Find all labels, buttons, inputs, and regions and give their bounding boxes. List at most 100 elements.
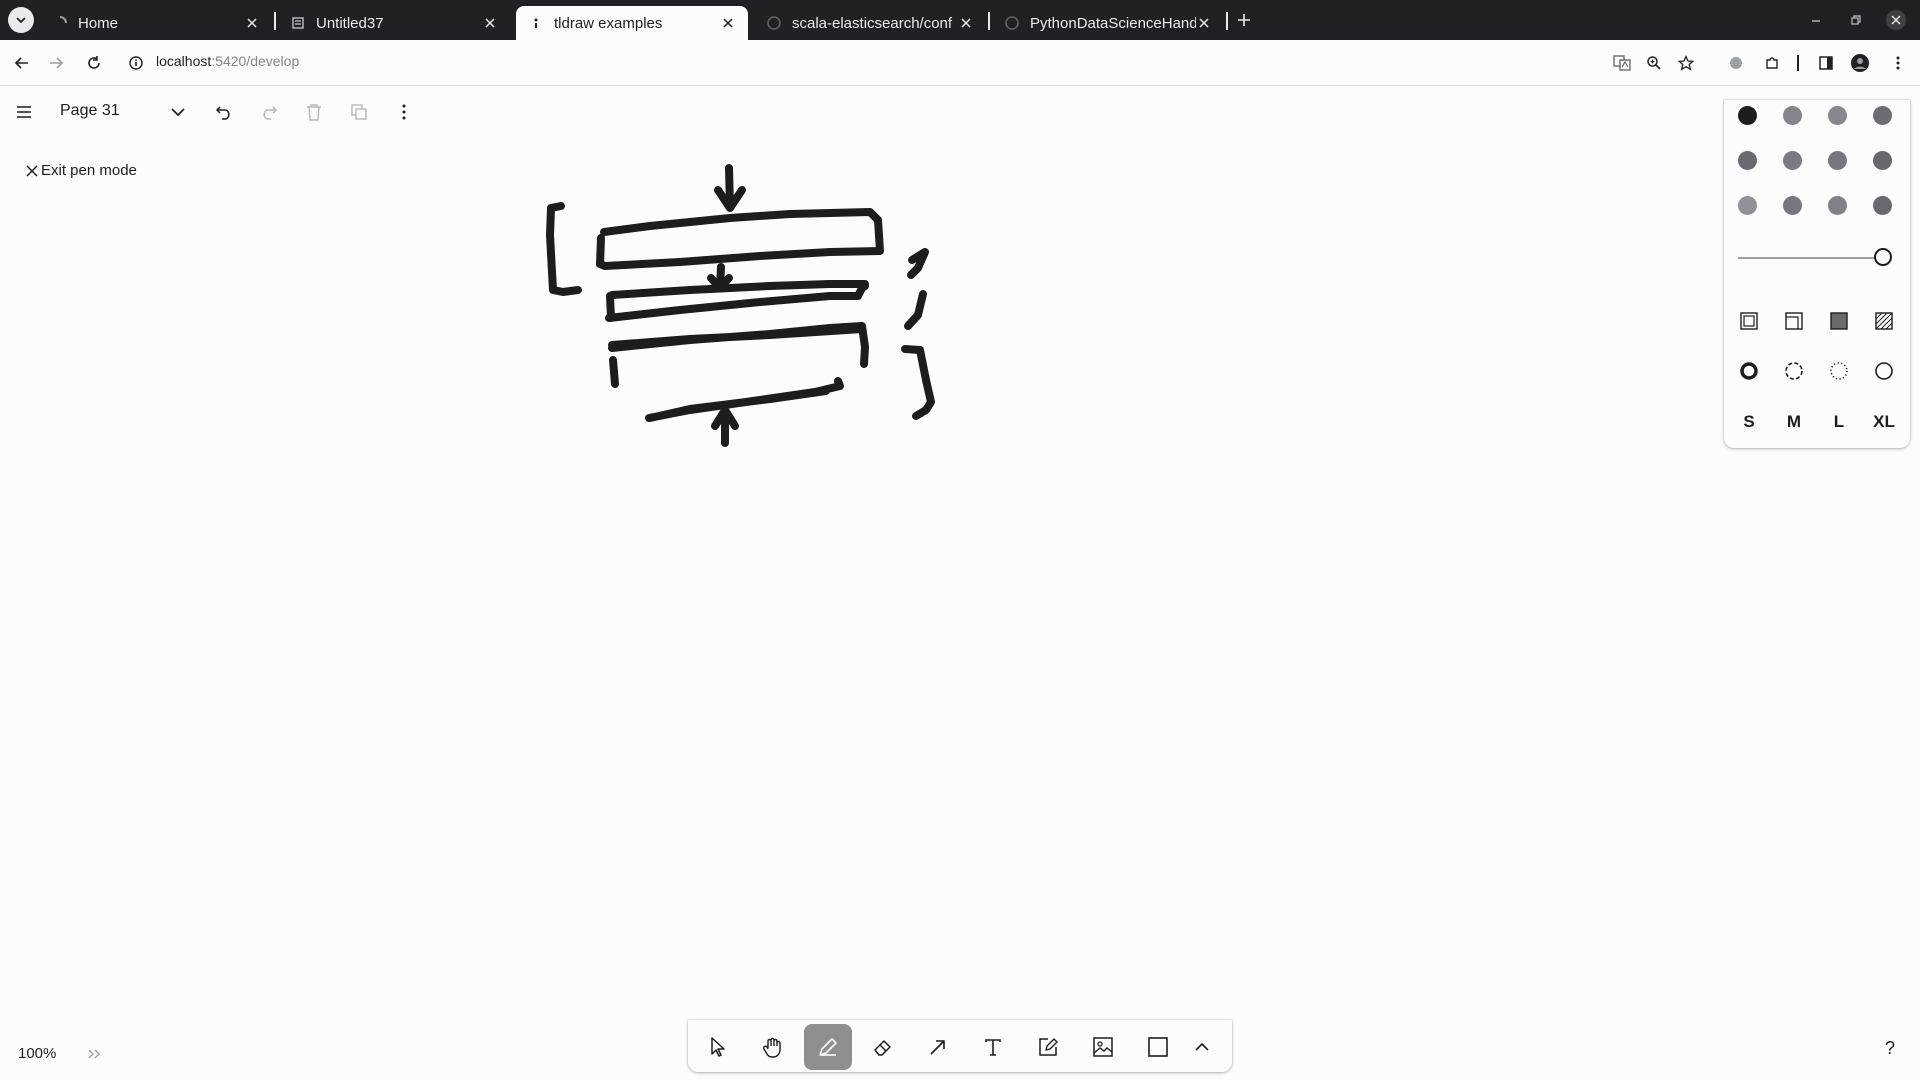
minimize-button[interactable] [1806,10,1826,30]
rectangle-icon [1148,1037,1168,1057]
hand-icon [763,1037,781,1058]
fill-solid-button[interactable] [1827,309,1851,333]
dash-solid-button[interactable] [1872,359,1896,383]
arrow-icon [930,1040,945,1055]
drawn-stroke-top-bar[interactable] [596,208,884,270]
tool-draw[interactable] [804,1024,852,1070]
color-swatch[interactable] [1783,106,1802,125]
opacity-slider[interactable] [1738,248,1898,268]
info-icon [129,56,143,70]
side-panel-button[interactable] [1814,51,1838,75]
github-icon [766,15,782,31]
close-window-button[interactable] [1886,10,1906,30]
dash-dashed-button[interactable] [1782,359,1806,383]
tab-home[interactable]: Home [40,6,272,40]
zoom-button[interactable] [1642,51,1666,75]
bookmark-button[interactable] [1674,51,1698,75]
color-swatch[interactable] [1783,196,1802,215]
dash-dotted-button[interactable] [1827,359,1851,383]
fill-pattern-icon [1875,312,1893,330]
close-icon[interactable] [1196,15,1212,31]
help-button[interactable]: ? [1880,1038,1900,1059]
color-swatch[interactable] [1873,106,1892,125]
tool-rectangle[interactable] [1134,1024,1182,1070]
close-icon[interactable] [244,15,260,31]
color-swatch[interactable] [1873,196,1892,215]
size-xl-button[interactable]: XL [1864,412,1904,432]
fill-none-button[interactable] [1737,309,1761,333]
bottom-toolbar [688,1020,1232,1072]
close-icon[interactable] [958,15,974,31]
browser-menu-button[interactable] [1886,51,1910,75]
tab-scala-elasticsearch[interactable]: scala-elasticsearch/conf [754,6,986,40]
color-swatch[interactable] [1738,151,1757,170]
tool-select[interactable] [694,1024,742,1070]
tool-more[interactable] [1180,1024,1224,1070]
color-swatch[interactable] [1738,196,1757,215]
close-icon[interactable] [482,15,498,31]
color-swatch[interactable] [1828,151,1847,170]
address-bar[interactable]: localhost:5420/develop [156,53,299,69]
drawing-canvas[interactable] [0,86,1920,1020]
site-info-button[interactable] [124,51,148,75]
drawn-stroke-right-mark-1[interactable] [907,248,929,279]
tab-python-data-science[interactable]: PythonDataScienceHand [992,6,1224,40]
size-l-button[interactable]: L [1819,412,1859,432]
drawn-stroke-arrow-top[interactable] [714,164,746,212]
color-swatch[interactable] [1828,106,1847,125]
plus-icon [1238,14,1250,26]
new-tab-button[interactable] [1234,10,1254,30]
extensions-menu-button[interactable] [1760,51,1784,75]
back-button[interactable] [10,51,34,75]
close-icon[interactable] [720,15,736,31]
dash-draw-button[interactable] [1737,359,1761,383]
tool-asset[interactable] [1079,1024,1127,1070]
dash-solid-icon [1875,362,1893,380]
magnifier-icon [1647,56,1661,70]
more-vertical-icon [1896,56,1900,70]
tool-eraser[interactable] [859,1024,907,1070]
star-icon [1678,55,1694,71]
restore-button[interactable] [1846,10,1866,30]
minimap-toggle-button[interactable] [76,1036,112,1072]
drawn-stroke-right-bracket[interactable] [901,345,935,420]
tab-search-button[interactable] [8,7,34,33]
translate-button[interactable] [1610,51,1634,75]
drawn-stroke-lower-bar[interactable] [608,322,869,388]
tool-arrow[interactable] [914,1024,962,1070]
fill-pattern-button[interactable] [1872,309,1896,333]
tab-tldraw-examples[interactable]: tldraw examples [516,6,748,40]
color-swatch[interactable] [1873,151,1892,170]
tool-hand[interactable] [749,1024,797,1070]
drawn-stroke-middle-bar[interactable] [605,280,869,322]
color-swatch[interactable] [1738,106,1757,125]
drawn-stroke-right-mark-2[interactable] [904,290,927,330]
tab-untitled[interactable]: Untitled37 [278,6,510,40]
tab-separator [274,12,276,30]
eraser-icon [874,1040,891,1056]
url-path: :5420/develop [211,53,300,69]
pencil-icon [819,1038,837,1056]
drawn-stroke-bottom-bar[interactable] [645,377,844,422]
drawn-stroke-arrow-bottom[interactable] [711,406,739,447]
tool-text[interactable] [969,1024,1017,1070]
extension-icon [1730,57,1742,69]
size-s-button[interactable]: S [1729,412,1769,432]
extension-button[interactable] [1724,51,1748,75]
profile-button[interactable] [1848,51,1872,75]
avatar-icon [1851,54,1869,72]
opacity-slider-track [1738,257,1883,259]
drawn-stroke-left-bracket[interactable] [546,202,582,296]
tab-separator [988,12,990,30]
opacity-slider-thumb[interactable] [1874,248,1892,266]
color-swatch[interactable] [1828,196,1847,215]
size-m-button[interactable]: M [1774,412,1814,432]
browser-toolbar: localhost:5420/develop [0,40,1920,86]
toolbar-divider [1797,55,1799,71]
tool-note[interactable] [1024,1024,1072,1070]
forward-button[interactable] [44,51,68,75]
reload-button[interactable] [82,51,106,75]
color-swatch[interactable] [1783,151,1802,170]
fill-semi-button[interactable] [1782,309,1806,333]
zoom-menu-button[interactable]: 100% [18,1045,56,1062]
